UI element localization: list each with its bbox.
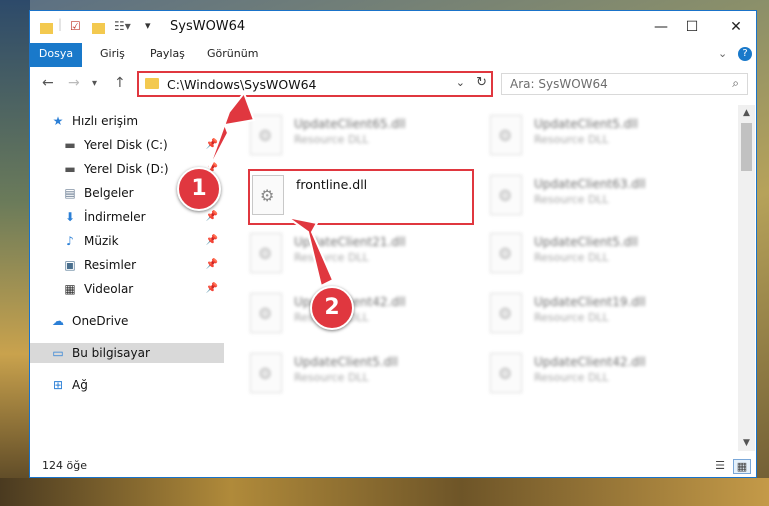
- arrow-to-address-bar: [206, 90, 256, 174]
- step-2-badge: 2: [310, 286, 354, 330]
- step-1-badge: 1: [177, 167, 221, 211]
- annotation-arrows: [206, 90, 335, 288]
- arrow-to-file: [286, 216, 335, 288]
